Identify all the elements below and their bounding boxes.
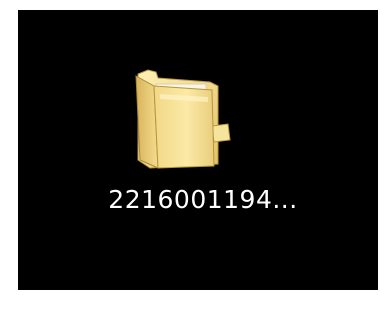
desktop-folder-item[interactable]: 2216001194... [88, 62, 318, 252]
desktop[interactable]: 2216001194... [18, 10, 378, 290]
folder-name-label[interactable]: 2216001194... [88, 185, 318, 214]
folder-icon[interactable] [128, 68, 238, 172]
